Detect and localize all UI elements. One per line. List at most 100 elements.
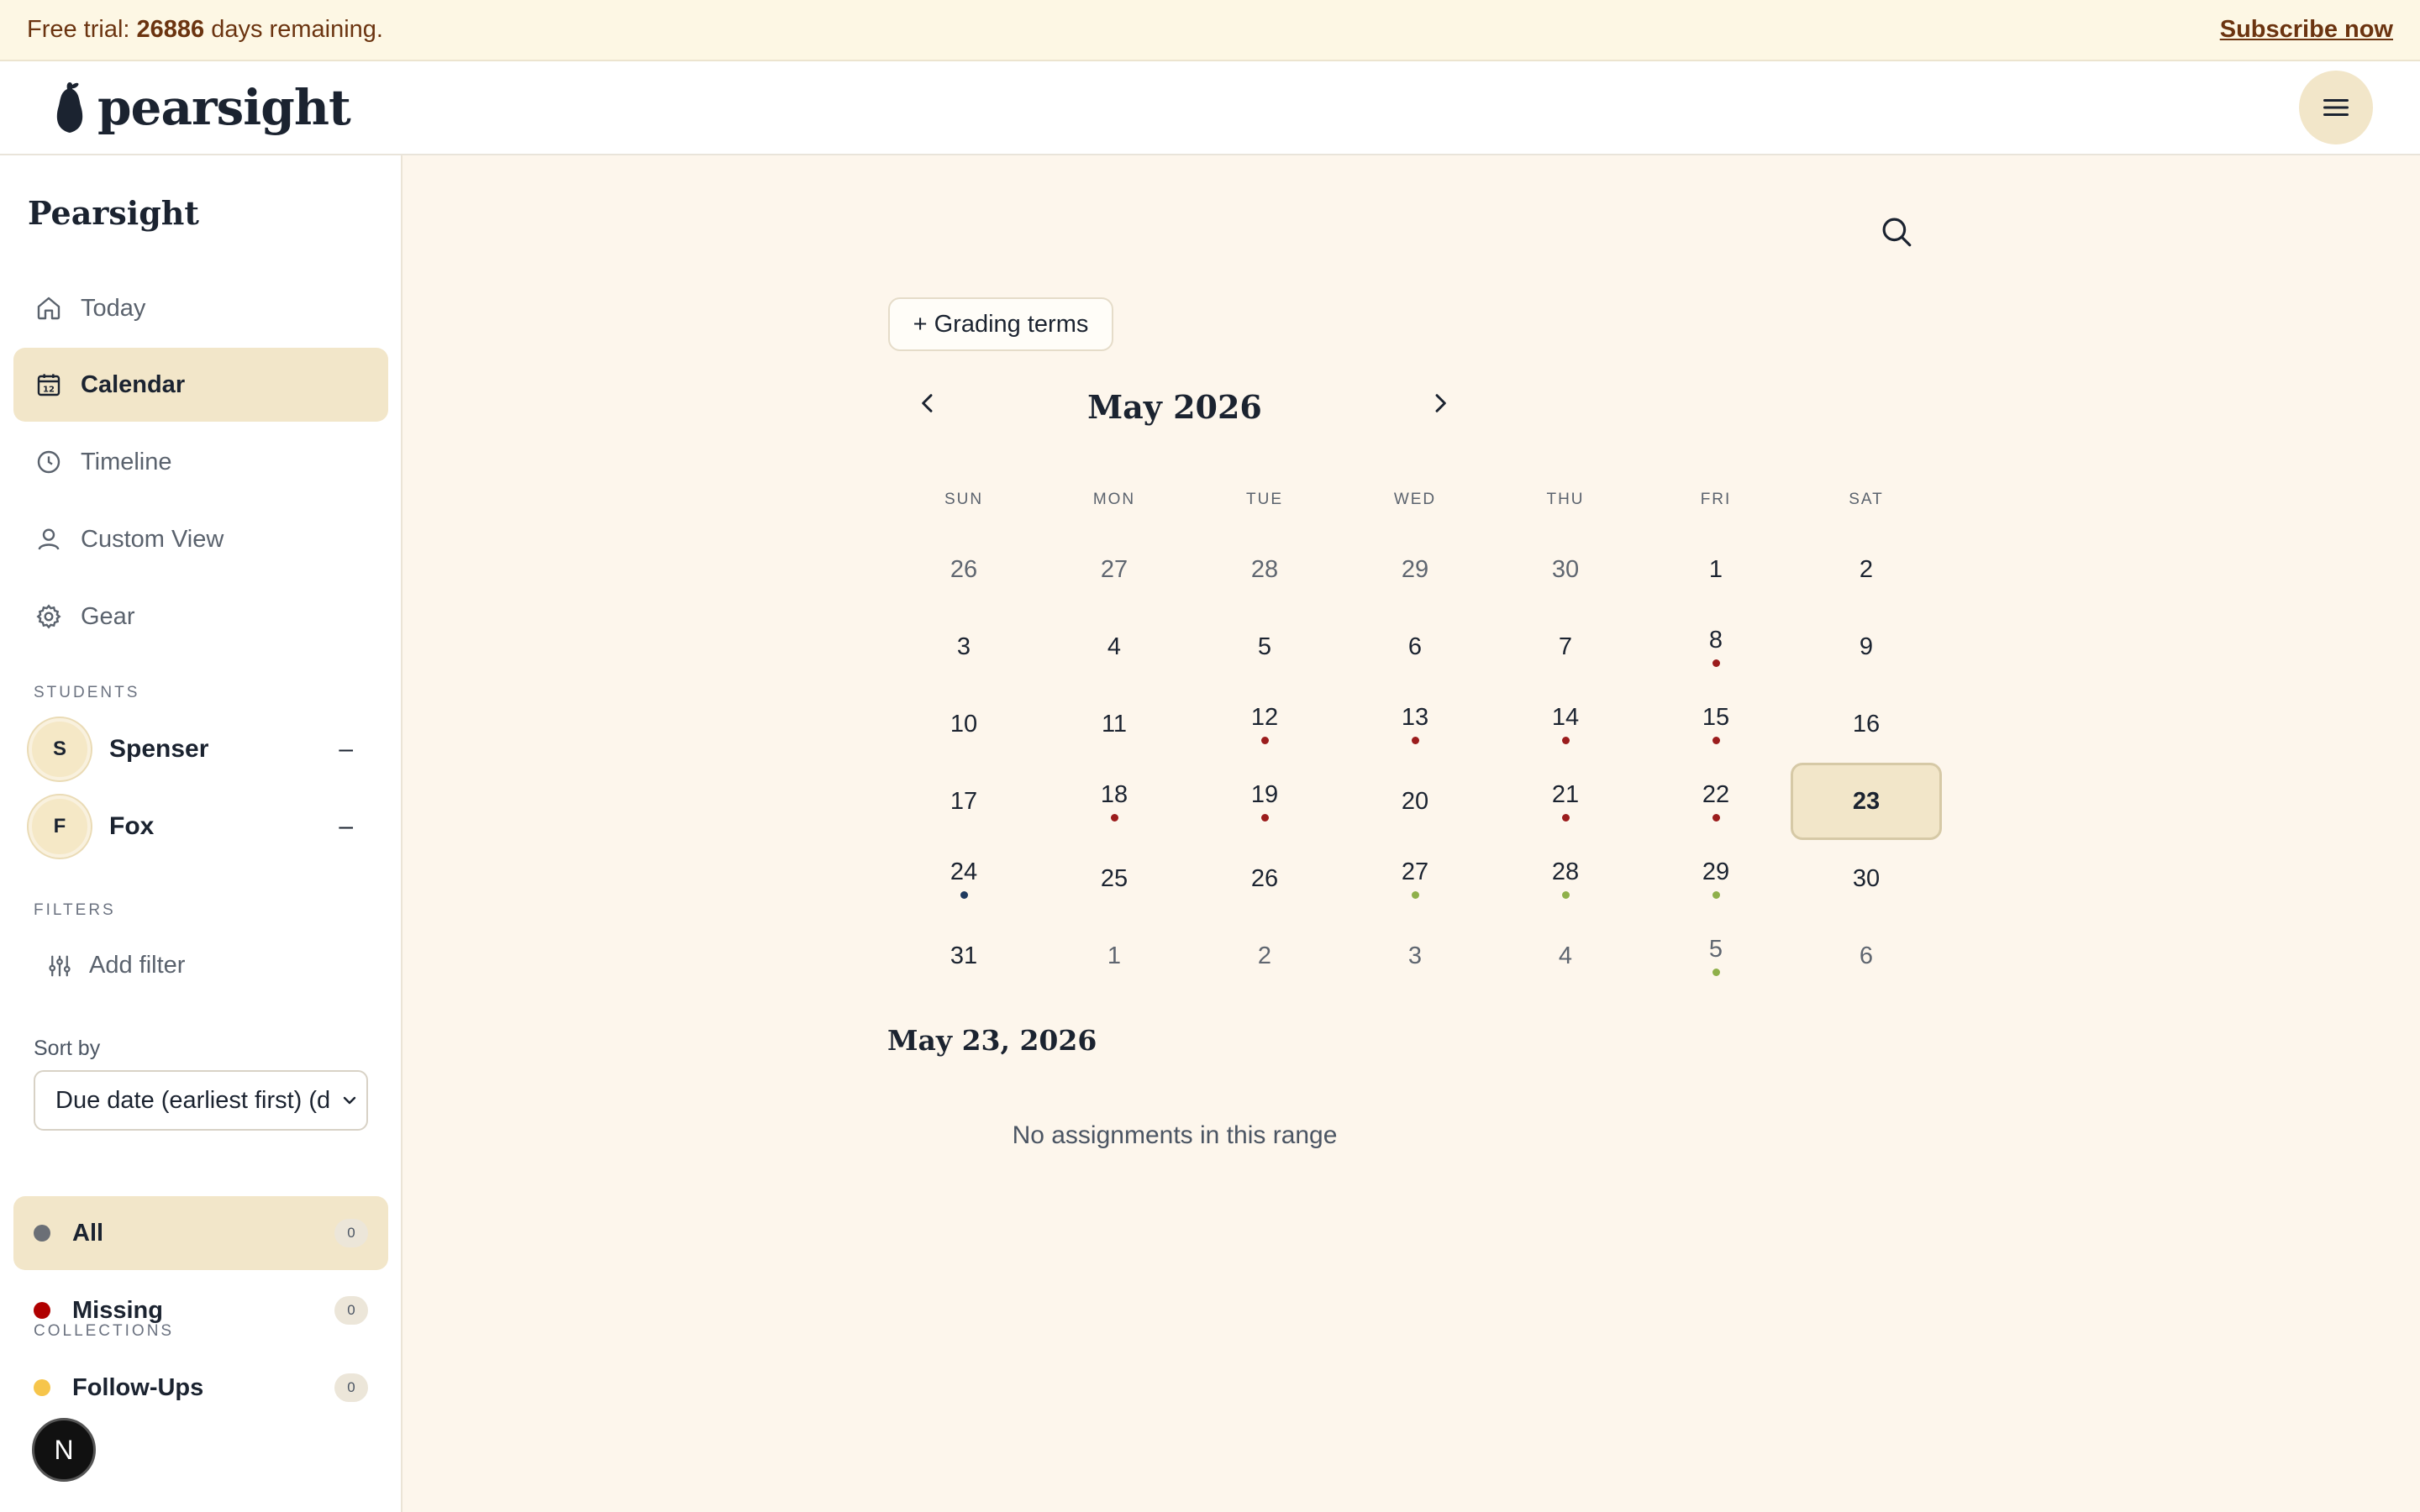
student-row-spenser[interactable]: S Spenser – xyxy=(29,717,365,781)
sidebar-item-gear[interactable]: Gear xyxy=(13,580,388,654)
day-number: 14 xyxy=(1551,704,1580,731)
students-label: STUDENTS xyxy=(34,684,140,701)
sort-select[interactable]: Due date (earliest first) (d xyxy=(34,1070,368,1131)
calendar-day[interactable]: 3 xyxy=(1339,917,1491,995)
calendar-day[interactable]: 29 xyxy=(1339,531,1491,608)
add-grading-terms-button[interactable]: + Grading terms xyxy=(888,297,1113,351)
assignment-dot xyxy=(1110,814,1118,822)
calendar-day[interactable]: 28 xyxy=(1490,840,1641,917)
logo-text: pearsight xyxy=(97,79,351,136)
calendar-day[interactable]: 13 xyxy=(1339,685,1491,763)
student-row-fox[interactable]: F Fox – xyxy=(29,795,365,858)
collection-all[interactable]: All 0 xyxy=(13,1196,388,1270)
calendar-day[interactable]: 26 xyxy=(1189,840,1340,917)
gear-icon xyxy=(36,604,61,629)
month-title: May 2026 xyxy=(1087,388,1262,426)
add-filter-button[interactable]: Add filter xyxy=(47,952,185,979)
assignment-dot xyxy=(960,891,968,899)
assignment-dot xyxy=(1411,891,1419,899)
calendar-day[interactable]: 4 xyxy=(1039,608,1190,685)
next-month-button[interactable] xyxy=(1427,390,1454,421)
calendar-day[interactable]: 30 xyxy=(1791,840,1942,917)
sidebar-item-timeline[interactable]: Timeline xyxy=(13,425,388,499)
calendar-day[interactable]: 9 xyxy=(1791,608,1942,685)
day-number: 4 xyxy=(1107,633,1122,660)
calendar-day[interactable]: 31 xyxy=(888,917,1039,995)
calendar-day[interactable]: 28 xyxy=(1189,531,1340,608)
collection-follow-ups[interactable]: Follow-Ups 0 xyxy=(13,1351,388,1425)
assignment-dot xyxy=(1712,737,1720,744)
chevron-right-icon xyxy=(1435,394,1446,412)
calendar-day[interactable]: 30 xyxy=(1490,531,1641,608)
calendar-day[interactable]: 6 xyxy=(1791,917,1942,995)
sliders-icon xyxy=(49,955,71,976)
calendar-day[interactable]: 19 xyxy=(1189,763,1340,840)
sidebar-item-label: Custom View xyxy=(81,525,224,553)
day-number: 21 xyxy=(1551,781,1580,808)
subscribe-link[interactable]: Subscribe now xyxy=(2220,16,2393,44)
collection-count: 0 xyxy=(334,1219,368,1247)
search-button[interactable] xyxy=(1879,214,1914,254)
calendar-day[interactable]: 25 xyxy=(1039,840,1190,917)
sidebar-item-custom-view[interactable]: Custom View xyxy=(13,502,388,576)
calendar-day[interactable]: 27 xyxy=(1339,840,1491,917)
calendar-day[interactable]: 5 xyxy=(1189,608,1340,685)
avatar: S xyxy=(29,718,91,780)
calendar-day[interactable]: 7 xyxy=(1490,608,1641,685)
assignment-dot xyxy=(1712,891,1720,899)
calendar-day[interactable]: 29 xyxy=(1640,840,1791,917)
calendar-day[interactable]: 26 xyxy=(888,531,1039,608)
assignment-dot xyxy=(1260,737,1269,744)
top-header: pearsight xyxy=(0,61,2420,155)
calendar-day[interactable]: 24 xyxy=(888,840,1039,917)
sidebar-title: Pearsight xyxy=(28,194,199,232)
calendar-day[interactable]: 5 xyxy=(1640,917,1791,995)
calendar-day[interactable]: 4 xyxy=(1490,917,1641,995)
calendar-day[interactable]: 3 xyxy=(888,608,1039,685)
calendar-day[interactable]: 16 xyxy=(1791,685,1942,763)
sidebar-item-calendar[interactable]: 12 Calendar xyxy=(13,348,388,422)
calendar-day[interactable]: 10 xyxy=(888,685,1039,763)
student-toggle-button[interactable]: – xyxy=(339,812,353,841)
calendar-day[interactable]: 18 xyxy=(1039,763,1190,840)
home-icon xyxy=(37,297,60,320)
calendar-day[interactable]: 20 xyxy=(1339,763,1491,840)
collection-label: Follow-Ups xyxy=(72,1373,204,1401)
student-toggle-button[interactable]: – xyxy=(339,735,353,764)
day-number: 15 xyxy=(1702,704,1730,731)
chevron-down-icon xyxy=(343,1096,356,1105)
menu-button[interactable] xyxy=(2299,71,2373,144)
calendar-day[interactable]: 17 xyxy=(888,763,1039,840)
logo[interactable]: pearsight xyxy=(54,79,351,136)
calendar-day[interactable]: 8 xyxy=(1640,608,1791,685)
sidebar-item-label: Calendar xyxy=(81,370,186,398)
day-number: 3 xyxy=(956,633,971,660)
avatar: F xyxy=(29,795,91,858)
calendar-day[interactable]: 27 xyxy=(1039,531,1190,608)
svg-text:12: 12 xyxy=(43,386,55,395)
day-number: 19 xyxy=(1250,781,1279,808)
add-filter-label: Add filter xyxy=(89,952,186,979)
calendar-day[interactable]: 2 xyxy=(1791,531,1942,608)
day-number: 7 xyxy=(1558,633,1573,660)
calendar-day[interactable]: 22 xyxy=(1640,763,1791,840)
calendar-day[interactable]: 6 xyxy=(1339,608,1491,685)
dev-tools-badge[interactable]: N xyxy=(32,1418,96,1482)
calendar-day[interactable]: 1 xyxy=(1039,917,1190,995)
calendar-day[interactable]: 11 xyxy=(1039,685,1190,763)
calendar-day[interactable]: 1 xyxy=(1640,531,1791,608)
day-number: 24 xyxy=(950,858,978,885)
calendar-day[interactable]: 12 xyxy=(1189,685,1340,763)
calendar-day[interactable]: 14 xyxy=(1490,685,1641,763)
collection-missing[interactable]: Missing 0 xyxy=(13,1273,388,1347)
assignment-dot xyxy=(1411,737,1419,744)
assignment-dot xyxy=(1561,737,1570,744)
calendar-day[interactable]: 15 xyxy=(1640,685,1791,763)
calendar-day-selected[interactable]: 23 xyxy=(1791,763,1942,840)
calendar-day[interactable]: 21 xyxy=(1490,763,1641,840)
day-number: 9 xyxy=(1859,633,1874,660)
sidebar-item-today[interactable]: Today xyxy=(13,271,388,345)
day-number: 31 xyxy=(950,942,978,969)
menu-icon xyxy=(2323,99,2349,116)
calendar-day[interactable]: 2 xyxy=(1189,917,1340,995)
